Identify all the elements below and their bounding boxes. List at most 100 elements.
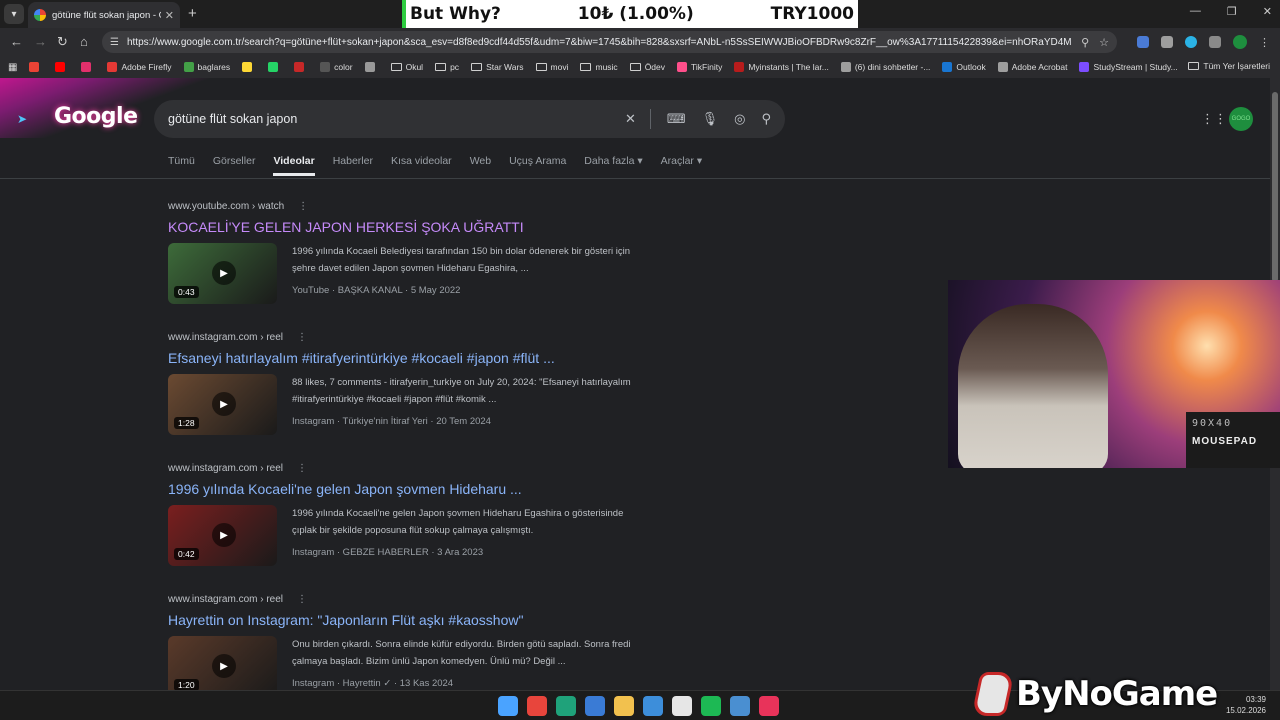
search-input[interactable]: götüne flüt sokan japon xyxy=(168,112,609,126)
bookmark-item[interactable] xyxy=(364,62,379,72)
search-tab[interactable]: Web xyxy=(470,155,491,176)
bookmark-item[interactable]: music xyxy=(580,62,618,72)
result-title-link[interactable]: Hayrettin on Instagram: "Japonların Flüt… xyxy=(168,612,648,628)
bookmark-item[interactable]: Outlook xyxy=(942,62,986,72)
keyboard-icon[interactable]: ⌨ xyxy=(667,111,686,127)
extension-icon[interactable] xyxy=(1161,36,1173,48)
spotify-icon[interactable] xyxy=(701,696,721,716)
bookmark-item[interactable] xyxy=(81,62,95,72)
address-bar[interactable]: ☰ https://www.google.com.tr/search?q=göt… xyxy=(102,31,1117,53)
google-logo[interactable]: Google xyxy=(54,104,138,129)
url-text[interactable]: https://www.google.com.tr/search?q=götün… xyxy=(127,37,1071,48)
extension2-icon[interactable] xyxy=(1185,36,1197,48)
bookmark-star-icon[interactable]: ☆ xyxy=(1099,36,1109,49)
file-explorer-icon[interactable] xyxy=(614,696,634,716)
account-avatar[interactable]: GOGO xyxy=(1229,107,1253,131)
maximize-icon[interactable]: ❐ xyxy=(1227,5,1237,18)
bookmark-item[interactable]: Ödev xyxy=(629,62,665,72)
video-thumbnail[interactable]: ▶ 0:43 xyxy=(168,243,277,304)
extensions-puzzle-icon[interactable] xyxy=(1209,36,1221,48)
bookmark-favicon-icon xyxy=(840,62,851,72)
more-options-icon[interactable]: ⋮ xyxy=(297,463,307,474)
play-icon[interactable]: ▶ xyxy=(212,654,236,678)
result-title-link[interactable]: KOCAELİ'YE GELEN JAPON HERKESİ ŞOKA UĞRA… xyxy=(168,219,648,235)
bookmark-item[interactable] xyxy=(242,62,256,72)
new-tab-button[interactable]: + xyxy=(188,5,197,22)
video-thumbnail[interactable]: ▶ 1:28 xyxy=(168,374,277,435)
search-tab[interactable]: Haberler xyxy=(333,155,373,176)
close-window-icon[interactable]: ✕ xyxy=(1263,5,1272,18)
search-tab[interactable]: Tümü xyxy=(168,155,195,176)
folder-icon xyxy=(390,63,402,71)
microphone-icon[interactable]: 🎙 xyxy=(702,111,719,127)
menu-kebab-icon[interactable]: ⋮ xyxy=(1259,36,1270,49)
bookmark-item[interactable]: Myinstants | The lar... xyxy=(734,62,829,72)
bookmark-item[interactable] xyxy=(55,62,69,72)
site-info-icon[interactable]: ☰ xyxy=(110,37,119,48)
result-source[interactable]: www.instagram.com › reel ⋮ xyxy=(168,463,648,474)
profile-icon[interactable] xyxy=(1233,35,1247,49)
browser-tab[interactable]: götüne flüt sokan japon - Goog ✕ xyxy=(28,2,180,28)
search-tab[interactable]: Uçuş Arama xyxy=(509,155,566,176)
tab-search-button[interactable]: ▾ xyxy=(4,4,24,24)
result-source[interactable]: www.youtube.com › watch ⋮ xyxy=(168,201,648,212)
bookmark-item[interactable]: Okul xyxy=(390,62,423,72)
video-thumbnail[interactable]: ▶ 1:20 xyxy=(168,636,277,690)
result-title-link[interactable]: 1996 yılında Kocaeli'ne gelen Japon şovm… xyxy=(168,481,648,497)
bookmark-item[interactable]: TikFinity xyxy=(677,62,722,72)
close-tab-icon[interactable]: ✕ xyxy=(165,9,174,22)
windows-start-icon[interactable] xyxy=(498,696,518,716)
play-icon[interactable]: ▶ xyxy=(212,261,236,285)
bookmark-item[interactable] xyxy=(29,62,43,72)
bookmark-item[interactable]: Adobe Firefly xyxy=(107,62,172,72)
search-tab[interactable]: Kısa videolar xyxy=(391,155,452,176)
video-thumbnail[interactable]: ▶ 0:42 xyxy=(168,505,277,566)
play-icon[interactable]: ▶ xyxy=(212,523,236,547)
bookmark-item[interactable]: StudyStream | Study... xyxy=(1079,62,1178,72)
search-icon[interactable]: ⚲ xyxy=(761,111,771,127)
result-source[interactable]: www.instagram.com › reel ⋮ xyxy=(168,332,648,343)
store-icon[interactable] xyxy=(585,696,605,716)
system-clock[interactable]: 03:39 15.02.2026 xyxy=(1226,694,1266,716)
bookmark-item[interactable]: Adobe Acrobat xyxy=(997,62,1067,72)
bookmark-item[interactable]: color xyxy=(320,62,353,72)
zoom-icon[interactable]: ⚲ xyxy=(1081,36,1089,49)
search-tab[interactable]: Görseller xyxy=(213,155,256,176)
back-icon[interactable]: ← xyxy=(10,34,23,49)
more-options-icon[interactable]: ⋮ xyxy=(297,332,307,343)
bookmark-item[interactable]: (6) dini sohbetler -... xyxy=(840,62,930,72)
clear-search-icon[interactable]: ✕ xyxy=(625,111,636,127)
app-icon[interactable] xyxy=(672,696,692,716)
forward-icon[interactable]: → xyxy=(34,34,47,49)
bookmark-item[interactable]: movi xyxy=(535,62,568,72)
bookmark-item[interactable] xyxy=(294,62,308,72)
lens-camera-icon[interactable]: ◎ xyxy=(734,111,745,127)
search-tab[interactable]: Daha fazla ▾ xyxy=(584,155,642,176)
bookmark-item[interactable] xyxy=(268,62,282,72)
search-tab[interactable]: Videolar xyxy=(273,155,315,176)
minimize-icon[interactable]: — xyxy=(1190,5,1201,18)
app2-icon[interactable] xyxy=(730,696,750,716)
all-bookmarks[interactable]: Tüm Yer İşaretleri xyxy=(1188,61,1270,71)
reload-icon[interactable]: ↻ xyxy=(57,34,68,50)
result-title-link[interactable]: Efsaneyi hatırlayalım #itirafyerintürkiy… xyxy=(168,350,648,366)
chrome-icon[interactable] xyxy=(527,696,547,716)
search-tab[interactable]: Araçlar ▾ xyxy=(661,155,702,176)
bookmark-item[interactable]: pc xyxy=(435,62,459,72)
app3-icon[interactable] xyxy=(759,696,779,716)
play-icon[interactable]: ▶ xyxy=(212,392,236,416)
result-source[interactable]: www.instagram.com › reel ⋮ xyxy=(168,594,648,605)
result-meta: Instagram · Hayrettin ✓ · 13 Kas 2024 xyxy=(292,678,454,689)
edge-icon[interactable] xyxy=(556,696,576,716)
teams-icon[interactable] xyxy=(643,696,663,716)
search-box[interactable]: götüne flüt sokan japon ✕ ⌨ 🎙 ◎ ⚲ xyxy=(154,100,785,138)
bookmark-item[interactable]: baglares xyxy=(183,62,230,72)
scroll-thumb[interactable] xyxy=(1272,92,1278,282)
more-options-icon[interactable]: ⋮ xyxy=(297,594,307,605)
translate-extension-icon[interactable] xyxy=(1137,36,1149,48)
more-options-icon[interactable]: ⋮ xyxy=(298,201,308,212)
search-result: www.instagram.com › reel ⋮ 1996 yılında Ko… xyxy=(168,463,648,566)
bookmark-item[interactable]: Star Wars xyxy=(471,62,524,72)
home-icon[interactable]: ⌂ xyxy=(80,34,88,49)
apps-grid-icon[interactable]: ▦ xyxy=(8,62,17,73)
